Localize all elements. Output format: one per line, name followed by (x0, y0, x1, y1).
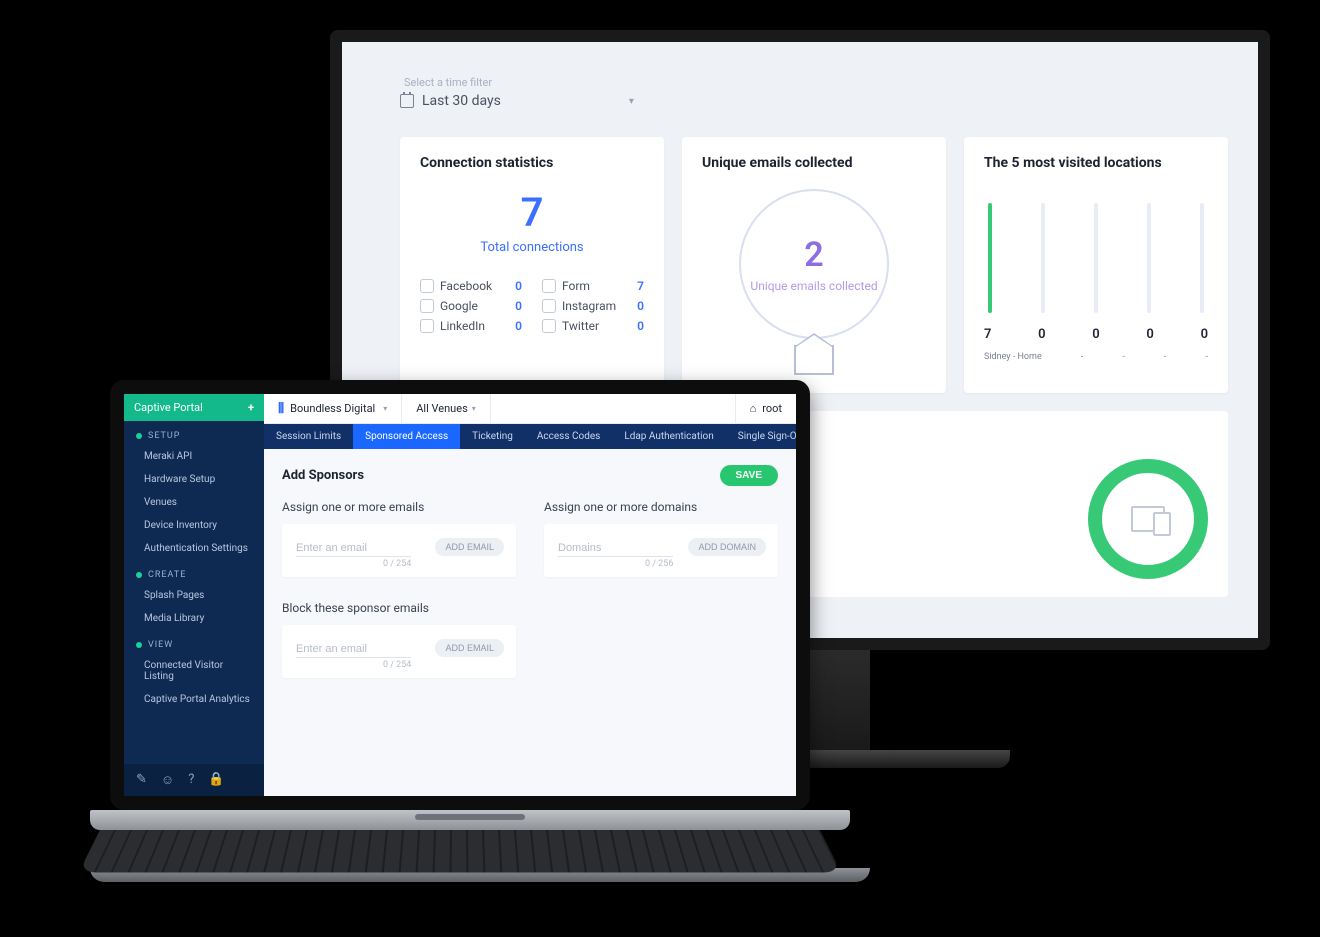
device-donut-chart (1088, 459, 1208, 579)
topbar: ⦀ Boundless Digital ▾ All Venues ▾ ⌂ roo… (264, 394, 796, 424)
sidebar-section: CREATE (124, 560, 264, 584)
sidebar-item[interactable]: Meraki API (124, 445, 264, 468)
lock-icon[interactable]: 🔒 (208, 772, 224, 788)
username: root (762, 402, 782, 415)
sidebar-item[interactable]: Media Library (124, 607, 264, 630)
location-bar (988, 203, 992, 313)
sidebar-item[interactable]: Splash Pages (124, 584, 264, 607)
settings-tab[interactable]: Single Sign-On (726, 424, 810, 449)
venue-value: All Venues (416, 402, 468, 415)
block-email-counter: 0 / 254 (296, 660, 411, 670)
add-email-button[interactable]: ADD EMAIL (435, 538, 504, 556)
sidebar-header[interactable]: Captive Portal + (124, 394, 264, 421)
plus-icon[interactable]: + (248, 401, 254, 414)
top-locations-card: The 5 most visited locations 70000 Sidne… (964, 137, 1228, 393)
card-title: Unique emails collected (702, 155, 926, 171)
sidebar-section: SETUP (124, 421, 264, 445)
card-title: The 5 most visited locations (984, 155, 1208, 171)
block-emails-title: Block these sponsor emails (282, 601, 516, 615)
emails-gauge: 2 Unique emails collected (739, 189, 889, 339)
add-block-email-button[interactable]: ADD EMAIL (435, 639, 504, 657)
logo-icon: ⦀ (278, 401, 284, 417)
settings-tab[interactable]: Ldap Authentication (612, 424, 725, 449)
assign-emails-title: Assign one or more emails (282, 500, 516, 514)
location-bar (1094, 203, 1098, 313)
time-filter-label: Select a time filter (404, 76, 1228, 89)
chevron-down-icon: ▾ (629, 96, 634, 107)
sidebar-product: Captive Portal (134, 401, 203, 414)
connection-source: Instagram0 (542, 299, 644, 313)
card-title: Connection statistics (420, 155, 644, 171)
page-heading: Add Sponsors (282, 468, 364, 483)
connection-source: LinkedIn0 (420, 319, 522, 333)
devices-icon (1131, 506, 1165, 532)
connection-statistics-card: Connection statistics 7 Total connection… (400, 137, 664, 393)
section-dot-icon (136, 572, 142, 578)
total-connections-label: Total connections (420, 240, 644, 255)
emails-value: 2 (804, 235, 823, 275)
emails-label: Unique emails collected (750, 279, 877, 293)
add-domain-button[interactable]: ADD DOMAIN (688, 538, 766, 556)
settings-tab[interactable]: Ticketing (460, 424, 525, 449)
source-icon (420, 279, 434, 293)
user-icon: ⌂ (750, 402, 757, 415)
help-icon[interactable]: ? (188, 772, 194, 788)
connection-source: Twitter0 (542, 319, 644, 333)
unique-emails-card: Unique emails collected 2 Unique emails … (682, 137, 946, 393)
section-dot-icon (136, 433, 142, 439)
connection-source: Google0 (420, 299, 522, 313)
domain-counter: 0 / 256 (558, 559, 673, 569)
block-email-input[interactable] (296, 641, 411, 658)
time-filter-value: Last 30 days (422, 93, 501, 109)
sponsor-email-input[interactable] (296, 540, 411, 557)
chevron-down-icon: ▾ (472, 404, 476, 413)
sidebar-item[interactable]: Captive Portal Analytics (124, 688, 264, 711)
location-bar (1147, 203, 1151, 313)
users-icon[interactable]: ☺ (161, 772, 174, 788)
org-dropdown[interactable]: ⦀ Boundless Digital ▾ (264, 394, 402, 423)
source-icon (420, 319, 434, 333)
settings-tab[interactable]: Access Codes (525, 424, 612, 449)
settings-tabs: Session LimitsSponsored AccessTicketingA… (264, 424, 796, 449)
envelope-icon (794, 345, 834, 375)
user-menu[interactable]: ⌂ root (735, 394, 796, 423)
email-counter: 0 / 254 (296, 559, 411, 569)
calendar-icon (400, 94, 414, 108)
source-icon (542, 299, 556, 313)
assign-emails-box: ADD EMAIL 0 / 254 (282, 524, 516, 577)
sidebar-item[interactable]: Authentication Settings (124, 537, 264, 560)
laptop: Captive Portal + SETUPMeraki APIHardware… (90, 380, 830, 882)
settings-tab[interactable]: Session Limits (264, 424, 353, 449)
sidebar-section: VIEW (124, 630, 264, 654)
time-filter-dropdown[interactable]: Last 30 days ▾ (400, 93, 1228, 109)
total-connections-value: 7 (420, 189, 644, 236)
source-icon (420, 299, 434, 313)
connection-source: Facebook0 (420, 279, 522, 293)
assign-domains-title: Assign one or more domains (544, 500, 778, 514)
org-name: Boundless Digital (290, 402, 375, 415)
save-button[interactable]: SAVE (720, 465, 779, 486)
source-icon (542, 319, 556, 333)
source-icon (542, 279, 556, 293)
wrench-icon[interactable]: ✎ (136, 772, 147, 788)
section-dot-icon (136, 642, 142, 648)
sponsor-domain-input[interactable] (558, 540, 673, 557)
sidebar-item[interactable]: Hardware Setup (124, 468, 264, 491)
sidebar-item[interactable]: Connected Visitor Listing (124, 654, 264, 688)
location-bar (1041, 203, 1045, 313)
assign-domains-box: ADD DOMAIN 0 / 256 (544, 524, 778, 577)
sidebar-footer: ✎ ☺ ? 🔒 (124, 764, 264, 796)
sidebar-item[interactable]: Venues (124, 491, 264, 514)
block-emails-box: ADD EMAIL 0 / 254 (282, 625, 516, 678)
chevron-down-icon: ▾ (383, 404, 387, 413)
location-bar (1200, 203, 1204, 313)
settings-tab[interactable]: Sponsored Access (353, 424, 460, 449)
venue-dropdown[interactable]: All Venues ▾ (402, 394, 491, 423)
connection-source: Form7 (542, 279, 644, 293)
sidebar: Captive Portal + SETUPMeraki APIHardware… (124, 394, 264, 796)
sidebar-item[interactable]: Device Inventory (124, 514, 264, 537)
